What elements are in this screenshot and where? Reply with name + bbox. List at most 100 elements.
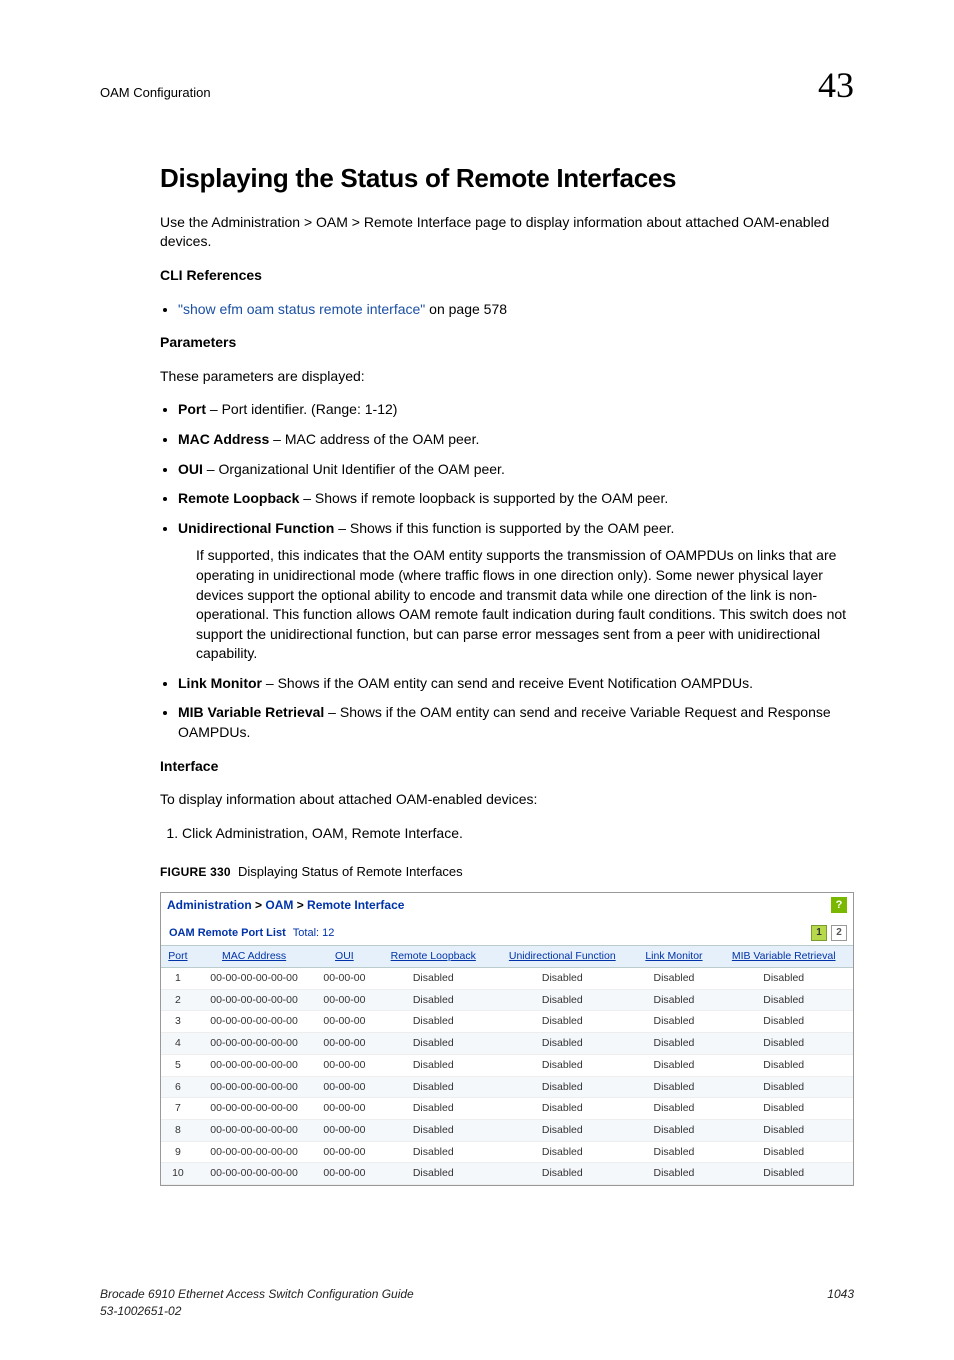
table-row: 300-00-00-00-00-0000-00-00DisabledDisabl… bbox=[161, 1011, 853, 1033]
table-cell: Disabled bbox=[491, 989, 633, 1011]
table-row: 100-00-00-00-00-0000-00-00DisabledDisabl… bbox=[161, 968, 853, 990]
table-cell: 00-00-00-00-00-00 bbox=[195, 968, 314, 990]
param-desc: – Shows if this function is supported by… bbox=[334, 520, 674, 536]
list-title: OAM Remote Port List Total: 12 bbox=[169, 926, 334, 941]
parameter-item: Port – Port identifier. (Range: 1-12) bbox=[178, 400, 854, 420]
col-oui[interactable]: OUI bbox=[313, 946, 375, 968]
parameter-item: Link Monitor – Shows if the OAM entity c… bbox=[178, 674, 854, 694]
table-cell: Disabled bbox=[634, 989, 715, 1011]
breadcrumb-seg[interactable]: OAM bbox=[265, 898, 293, 912]
parameters-intro: These parameters are displayed: bbox=[160, 367, 854, 387]
breadcrumb-seg[interactable]: Administration bbox=[167, 898, 252, 912]
table-cell: Disabled bbox=[491, 1098, 633, 1120]
table-cell: 00-00-00-00-00-00 bbox=[195, 989, 314, 1011]
pagination: 1 2 bbox=[811, 925, 847, 941]
table-cell: Disabled bbox=[375, 1054, 491, 1076]
table-cell: 1 bbox=[161, 968, 195, 990]
table-cell: 00-00-00 bbox=[313, 1098, 375, 1120]
table-cell: 9 bbox=[161, 1141, 195, 1163]
table-row: 200-00-00-00-00-0000-00-00DisabledDisabl… bbox=[161, 989, 853, 1011]
section-name: OAM Configuration bbox=[100, 84, 211, 102]
figure-title: Displaying Status of Remote Interfaces bbox=[238, 864, 463, 879]
table-cell: 4 bbox=[161, 1033, 195, 1055]
table-cell: 00-00-00 bbox=[313, 1033, 375, 1055]
interface-heading: Interface bbox=[160, 757, 854, 777]
table-cell: Disabled bbox=[714, 1163, 853, 1185]
param-name: Port bbox=[178, 401, 206, 417]
col-remote-loopback[interactable]: Remote Loopback bbox=[375, 946, 491, 968]
table-cell: 7 bbox=[161, 1098, 195, 1120]
interface-steps: Click Administration, OAM, Remote Interf… bbox=[182, 824, 854, 844]
table-cell: Disabled bbox=[714, 1098, 853, 1120]
param-name: Link Monitor bbox=[178, 675, 262, 691]
param-name: MIB Variable Retrieval bbox=[178, 704, 324, 720]
table-cell: 00-00-00-00-00-00 bbox=[195, 1141, 314, 1163]
page-button-1[interactable]: 1 bbox=[811, 925, 827, 941]
page-number: 1043 bbox=[827, 1286, 854, 1320]
list-title-text: OAM Remote Port List bbox=[169, 927, 286, 939]
page-header: OAM Configuration 43 bbox=[100, 60, 854, 110]
chapter-number: 43 bbox=[818, 60, 854, 110]
table-cell: Disabled bbox=[491, 1076, 633, 1098]
table-cell: 2 bbox=[161, 989, 195, 1011]
table-cell: Disabled bbox=[375, 1033, 491, 1055]
cli-reference-suffix: on page 578 bbox=[425, 301, 507, 317]
table-header-row: Port MAC Address OUI Remote Loopback Uni… bbox=[161, 946, 853, 968]
table-cell: Disabled bbox=[714, 1076, 853, 1098]
parameter-item: MIB Variable Retrieval – Shows if the OA… bbox=[178, 703, 854, 742]
table-cell: 00-00-00 bbox=[313, 968, 375, 990]
table-cell: 00-00-00-00-00-00 bbox=[195, 1098, 314, 1120]
footer-left: Brocade 6910 Ethernet Access Switch Conf… bbox=[100, 1286, 414, 1320]
cli-references-heading: CLI References bbox=[160, 266, 854, 286]
table-cell: 00-00-00-00-00-00 bbox=[195, 1054, 314, 1076]
parameters-list: Port – Port identifier. (Range: 1-12) MA… bbox=[178, 400, 854, 742]
table-cell: Disabled bbox=[634, 1163, 715, 1185]
table-cell: Disabled bbox=[491, 1033, 633, 1055]
table-cell: 10 bbox=[161, 1163, 195, 1185]
table-row: 600-00-00-00-00-0000-00-00DisabledDisabl… bbox=[161, 1076, 853, 1098]
breadcrumb-seg[interactable]: Remote Interface bbox=[307, 898, 404, 912]
col-port[interactable]: Port bbox=[161, 946, 195, 968]
help-icon[interactable]: ? bbox=[831, 897, 847, 913]
table-row: 900-00-00-00-00-0000-00-00DisabledDisabl… bbox=[161, 1141, 853, 1163]
table-cell: Disabled bbox=[634, 1076, 715, 1098]
page-footer: Brocade 6910 Ethernet Access Switch Conf… bbox=[100, 1286, 854, 1320]
table-row: 500-00-00-00-00-0000-00-00DisabledDisabl… bbox=[161, 1054, 853, 1076]
table-cell: 00-00-00 bbox=[313, 1119, 375, 1141]
table-cell: Disabled bbox=[634, 1011, 715, 1033]
table-cell: 00-00-00-00-00-00 bbox=[195, 1033, 314, 1055]
param-name: MAC Address bbox=[178, 431, 269, 447]
col-link-monitor[interactable]: Link Monitor bbox=[634, 946, 715, 968]
table-cell: Disabled bbox=[491, 1119, 633, 1141]
table-cell: Disabled bbox=[491, 968, 633, 990]
param-name: Unidirectional Function bbox=[178, 520, 334, 536]
col-mib-variable-retrieval[interactable]: MIB Variable Retrieval bbox=[714, 946, 853, 968]
table-cell: Disabled bbox=[491, 1141, 633, 1163]
table-cell: 6 bbox=[161, 1076, 195, 1098]
col-mac-address[interactable]: MAC Address bbox=[195, 946, 314, 968]
table-cell: Disabled bbox=[634, 1141, 715, 1163]
table-cell: Disabled bbox=[375, 1119, 491, 1141]
page-button-2[interactable]: 2 bbox=[831, 925, 847, 941]
table-cell: Disabled bbox=[634, 968, 715, 990]
parameter-item: MAC Address – MAC address of the OAM pee… bbox=[178, 430, 854, 450]
table-row: 400-00-00-00-00-0000-00-00DisabledDisabl… bbox=[161, 1033, 853, 1055]
table-cell: Disabled bbox=[375, 968, 491, 990]
col-unidirectional-function[interactable]: Unidirectional Function bbox=[491, 946, 633, 968]
param-desc: – Organizational Unit Identifier of the … bbox=[203, 461, 505, 477]
table-cell: Disabled bbox=[714, 1011, 853, 1033]
figure-caption: FIGURE 330 Displaying Status of Remote I… bbox=[160, 863, 854, 881]
breadcrumb-sep: > bbox=[255, 898, 265, 912]
table-cell: 00-00-00-00-00-00 bbox=[195, 1163, 314, 1185]
cli-reference-link[interactable]: "show efm oam status remote interface" bbox=[178, 301, 425, 317]
breadcrumb: Administration > OAM > Remote Interface … bbox=[161, 893, 853, 922]
intro-paragraph: Use the Administration > OAM > Remote In… bbox=[160, 213, 854, 252]
table-cell: Disabled bbox=[714, 1119, 853, 1141]
footer-doc-number: 53-1002651-02 bbox=[100, 1304, 181, 1318]
table-cell: Disabled bbox=[714, 1033, 853, 1055]
param-name: Remote Loopback bbox=[178, 490, 299, 506]
cli-reference-item: "show efm oam status remote interface" o… bbox=[178, 300, 854, 320]
param-desc: – Shows if remote loopback is supported … bbox=[299, 490, 668, 506]
table-cell: Disabled bbox=[375, 989, 491, 1011]
list-total: Total: 12 bbox=[293, 927, 335, 939]
